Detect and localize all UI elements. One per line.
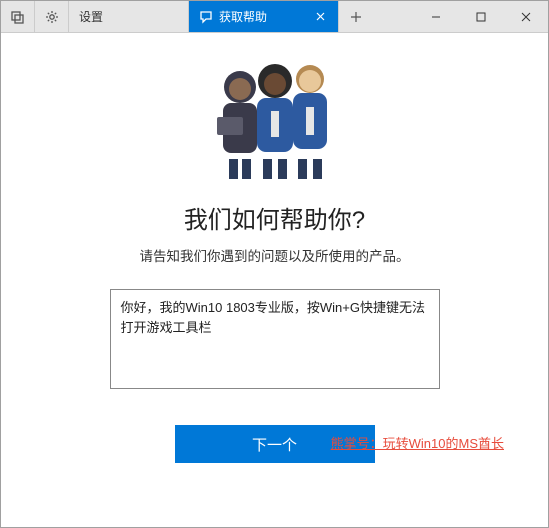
page-subheading: 请告知我们你遇到的问题以及所使用的产品。: [140, 245, 410, 265]
minimize-icon: [431, 12, 441, 22]
taskview-icon: [11, 10, 25, 24]
new-tab-button[interactable]: [339, 1, 373, 32]
maximize-button[interactable]: [458, 1, 503, 32]
watermark-text: 熊掌号：玩转Win10的MS酋长: [331, 433, 504, 452]
maximize-icon: [476, 12, 486, 22]
close-icon: [521, 12, 531, 22]
tab-settings[interactable]: 设置: [69, 1, 189, 32]
minimize-button[interactable]: [413, 1, 458, 32]
settings-button[interactable]: [35, 1, 69, 32]
main-content: 我们如何帮助你? 请告知我们你遇到的问题以及所使用的产品。 熊掌号：玩转Win1…: [1, 33, 548, 527]
chat-icon: [199, 10, 213, 24]
tab-close-button[interactable]: [312, 10, 328, 24]
plus-icon: [350, 11, 362, 23]
close-window-button[interactable]: [503, 1, 548, 32]
app-window: 设置 获取帮助: [0, 0, 549, 528]
gear-icon: [45, 10, 59, 24]
support-illustration: [195, 51, 355, 186]
tab-label: 设置: [79, 8, 178, 25]
titlebar-spacer: [373, 1, 413, 32]
page-heading: 我们如何帮助你?: [184, 200, 365, 235]
taskview-button[interactable]: [1, 1, 35, 32]
tab-gethelp[interactable]: 获取帮助: [189, 1, 339, 32]
close-icon: [316, 12, 325, 21]
titlebar: 设置 获取帮助: [1, 1, 548, 33]
tab-label: 获取帮助: [219, 8, 306, 25]
problem-input[interactable]: [110, 289, 440, 389]
